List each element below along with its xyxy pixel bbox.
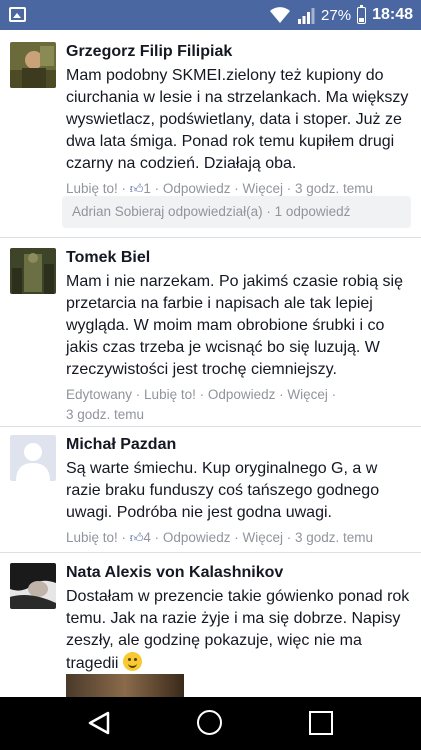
like-link[interactable]: Lubię to!	[144, 387, 196, 402]
status-bar: 27% 18:48	[0, 0, 421, 30]
comment-author[interactable]: Tomek Biel	[66, 248, 413, 268]
reply-link[interactable]: Odpowiedz	[163, 181, 231, 196]
thumbs-up-icon: 👍︎	[129, 530, 144, 545]
comment-text-content: Dostałam w prezencie takie gówienko pona…	[66, 588, 410, 672]
more-link[interactable]: Więcej	[242, 181, 283, 196]
like-count[interactable]: 1	[143, 181, 151, 196]
smiley-icon	[122, 652, 142, 671]
more-link[interactable]: Więcej	[242, 530, 283, 545]
comment: Nata Alexis von Kalashnikov Dostałam w p…	[0, 553, 421, 697]
reply-link[interactable]: Odpowiedz	[163, 530, 231, 545]
comment-text: Mam podobny SKMEI.zielony też kupiony do…	[66, 67, 409, 172]
battery-percent: 27%	[321, 6, 352, 24]
comment: Tomek Biel Mam i nie narzekam. Po jakimś…	[0, 238, 421, 426]
comment-time: 3 godz. temu	[294, 530, 374, 545]
comment-text: Są warte śmiechu. Kup oryginalnego G, a …	[66, 460, 380, 521]
like-link[interactable]: Lubię to!	[66, 181, 118, 196]
more-link[interactable]: Więcej	[287, 387, 328, 402]
avatar[interactable]	[10, 435, 56, 481]
comment: Michał Pazdan Są warte śmiechu. Kup oryg…	[0, 427, 421, 552]
comment-author[interactable]: Michał Pazdan	[66, 435, 413, 455]
edited-label[interactable]: Edytowany	[66, 387, 132, 402]
signal-icon	[298, 8, 315, 24]
comment-time: 3 godz. temu	[294, 181, 374, 196]
reply-link[interactable]: Odpowiedz	[208, 387, 276, 402]
recent-apps-icon[interactable]	[309, 711, 333, 735]
screen: 27% 18:48 Grzegorz Filip Filipiak Mam po…	[0, 0, 421, 750]
gallery-icon	[9, 7, 26, 22]
home-icon[interactable]	[197, 710, 222, 735]
avatar[interactable]	[10, 248, 56, 294]
back-icon[interactable]	[86, 710, 112, 736]
status-right: 27% 18:48	[269, 0, 413, 30]
comment-time: 3 godz. temu	[66, 407, 145, 422]
navigation-bar	[0, 697, 421, 750]
comment-actions: Lubię to! · 👍︎4 · Odpowiedz · Więcej · 3…	[66, 528, 413, 548]
avatar[interactable]	[10, 563, 56, 609]
battery-icon	[357, 4, 367, 24]
comment-text: Mam i nie narzekam. Po jakimś czasie rob…	[66, 273, 404, 378]
like-link[interactable]: Lubię to!	[66, 530, 118, 545]
comment-author[interactable]: Nata Alexis von Kalashnikov	[66, 563, 413, 583]
comment: Grzegorz Filip Filipiak Mam podobny SKME…	[0, 30, 421, 235]
comment-actions: Edytowany · Lubię to! · Odpowiedz · Więc…	[66, 387, 337, 422]
wifi-icon	[270, 7, 291, 23]
comment-text: Dostałam w prezencie takie gówienko pona…	[66, 586, 413, 675]
attached-photo[interactable]	[66, 674, 184, 697]
avatar[interactable]	[10, 42, 56, 88]
like-count[interactable]: 4	[143, 530, 151, 545]
replies-summary[interactable]: Adrian Sobieraj odpowiedział(a) · 1 odpo…	[62, 196, 411, 228]
comment-author[interactable]: Grzegorz Filip Filipiak	[66, 42, 413, 62]
clock: 18:48	[372, 6, 413, 23]
